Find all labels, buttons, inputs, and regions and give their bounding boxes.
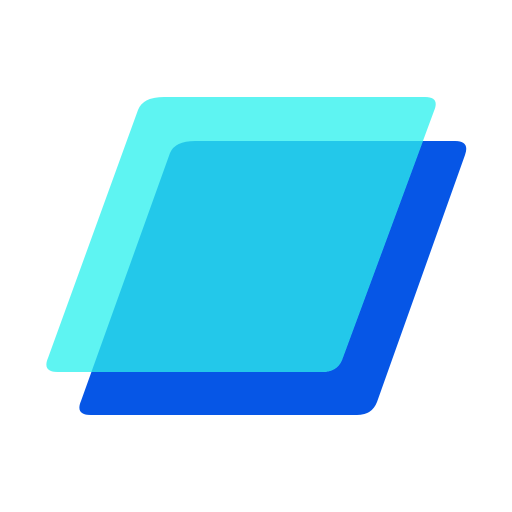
app-icon-canvas xyxy=(0,0,512,512)
layered-parallelogram-logo-icon xyxy=(46,97,467,415)
